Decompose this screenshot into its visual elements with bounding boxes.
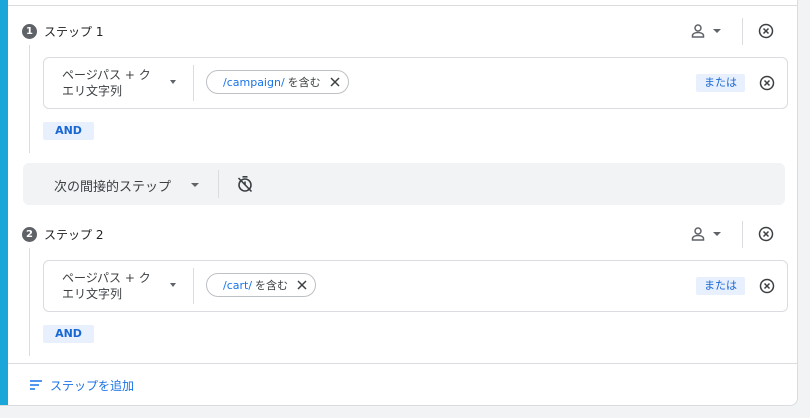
top-divider (8, 5, 797, 6)
add-step-label: ステップを追加 (50, 378, 135, 393)
caret-down-icon (713, 232, 721, 236)
caret-down-icon (713, 29, 721, 33)
step-2-header: 2 ステップ 2 (22, 224, 103, 244)
step-2-number: 2 (22, 226, 37, 242)
step-2-remove-icon[interactable] (758, 226, 774, 242)
step-2-dimension-label[interactable]: ページパス + クエリ文字列 (62, 270, 152, 302)
funnel-steps-card: 1 ステップ 1 ページパス + クエリ文字列 /campaign/ を含む ま… (0, 0, 798, 406)
step-1-dimension-caret-icon[interactable] (170, 80, 176, 84)
step-2-filter-chip[interactable]: /cart/ を含む (206, 273, 317, 297)
step-1-dimension-label[interactable]: ページパス + クエリ文字列 (62, 67, 152, 99)
step-2-header-separator (742, 221, 743, 248)
chip-close-icon[interactable] (330, 77, 340, 87)
step-1-condition-separator (193, 65, 194, 101)
step-1-and-button[interactable]: AND (43, 122, 94, 140)
timer-off-icon[interactable] (236, 175, 254, 193)
step-1-filter-chip[interactable]: /campaign/ を含む (206, 70, 349, 94)
step-1-chip-value: /campaign/ (223, 75, 285, 89)
step-1-title: ステップ 1 (44, 24, 104, 39)
step-1-header-separator (742, 18, 743, 45)
accent-bar (0, 0, 8, 405)
step-2-condition: ページパス + クエリ文字列 /cart/ を含む または (43, 260, 788, 312)
footer-divider (8, 363, 797, 364)
step-2-condition-remove-icon[interactable] (759, 278, 775, 294)
step-1-tree-line (29, 45, 30, 153)
step-1-number: 1 (22, 23, 37, 39)
step-2-chip-operator: を含む (255, 279, 289, 292)
person-icon (691, 227, 705, 241)
step-1-or-button[interactable]: または (696, 74, 745, 92)
step-2-person-dropdown[interactable] (690, 223, 726, 245)
step-1-condition-remove-icon[interactable] (759, 75, 775, 91)
add-step-button[interactable]: ステップを追加 (30, 376, 134, 394)
step-2-dimension-caret-icon[interactable] (170, 283, 176, 287)
step-2-or-button[interactable]: または (696, 277, 745, 295)
step-connector: 次の間接的ステップ (23, 163, 785, 205)
connector-dropdown-label[interactable]: 次の間接的ステップ (54, 176, 171, 195)
step-2-condition-separator (193, 268, 194, 304)
step-2-and-button[interactable]: AND (43, 325, 94, 343)
step-1-remove-icon[interactable] (758, 23, 774, 39)
step-1-header: 1 ステップ 1 (22, 21, 103, 41)
connector-caret-icon[interactable] (191, 183, 199, 187)
person-icon (691, 24, 705, 38)
add-step-icon (30, 380, 42, 390)
step-1-person-dropdown[interactable] (690, 20, 726, 42)
step-1-chip-operator: を含む (287, 76, 321, 89)
connector-separator (218, 170, 219, 198)
step-1-condition: ページパス + クエリ文字列 /campaign/ を含む または (43, 57, 788, 109)
chip-close-icon[interactable] (297, 280, 307, 290)
step-2-tree-line (29, 248, 30, 356)
step-2-chip-value: /cart/ (223, 278, 253, 292)
step-2-title: ステップ 2 (44, 227, 104, 242)
